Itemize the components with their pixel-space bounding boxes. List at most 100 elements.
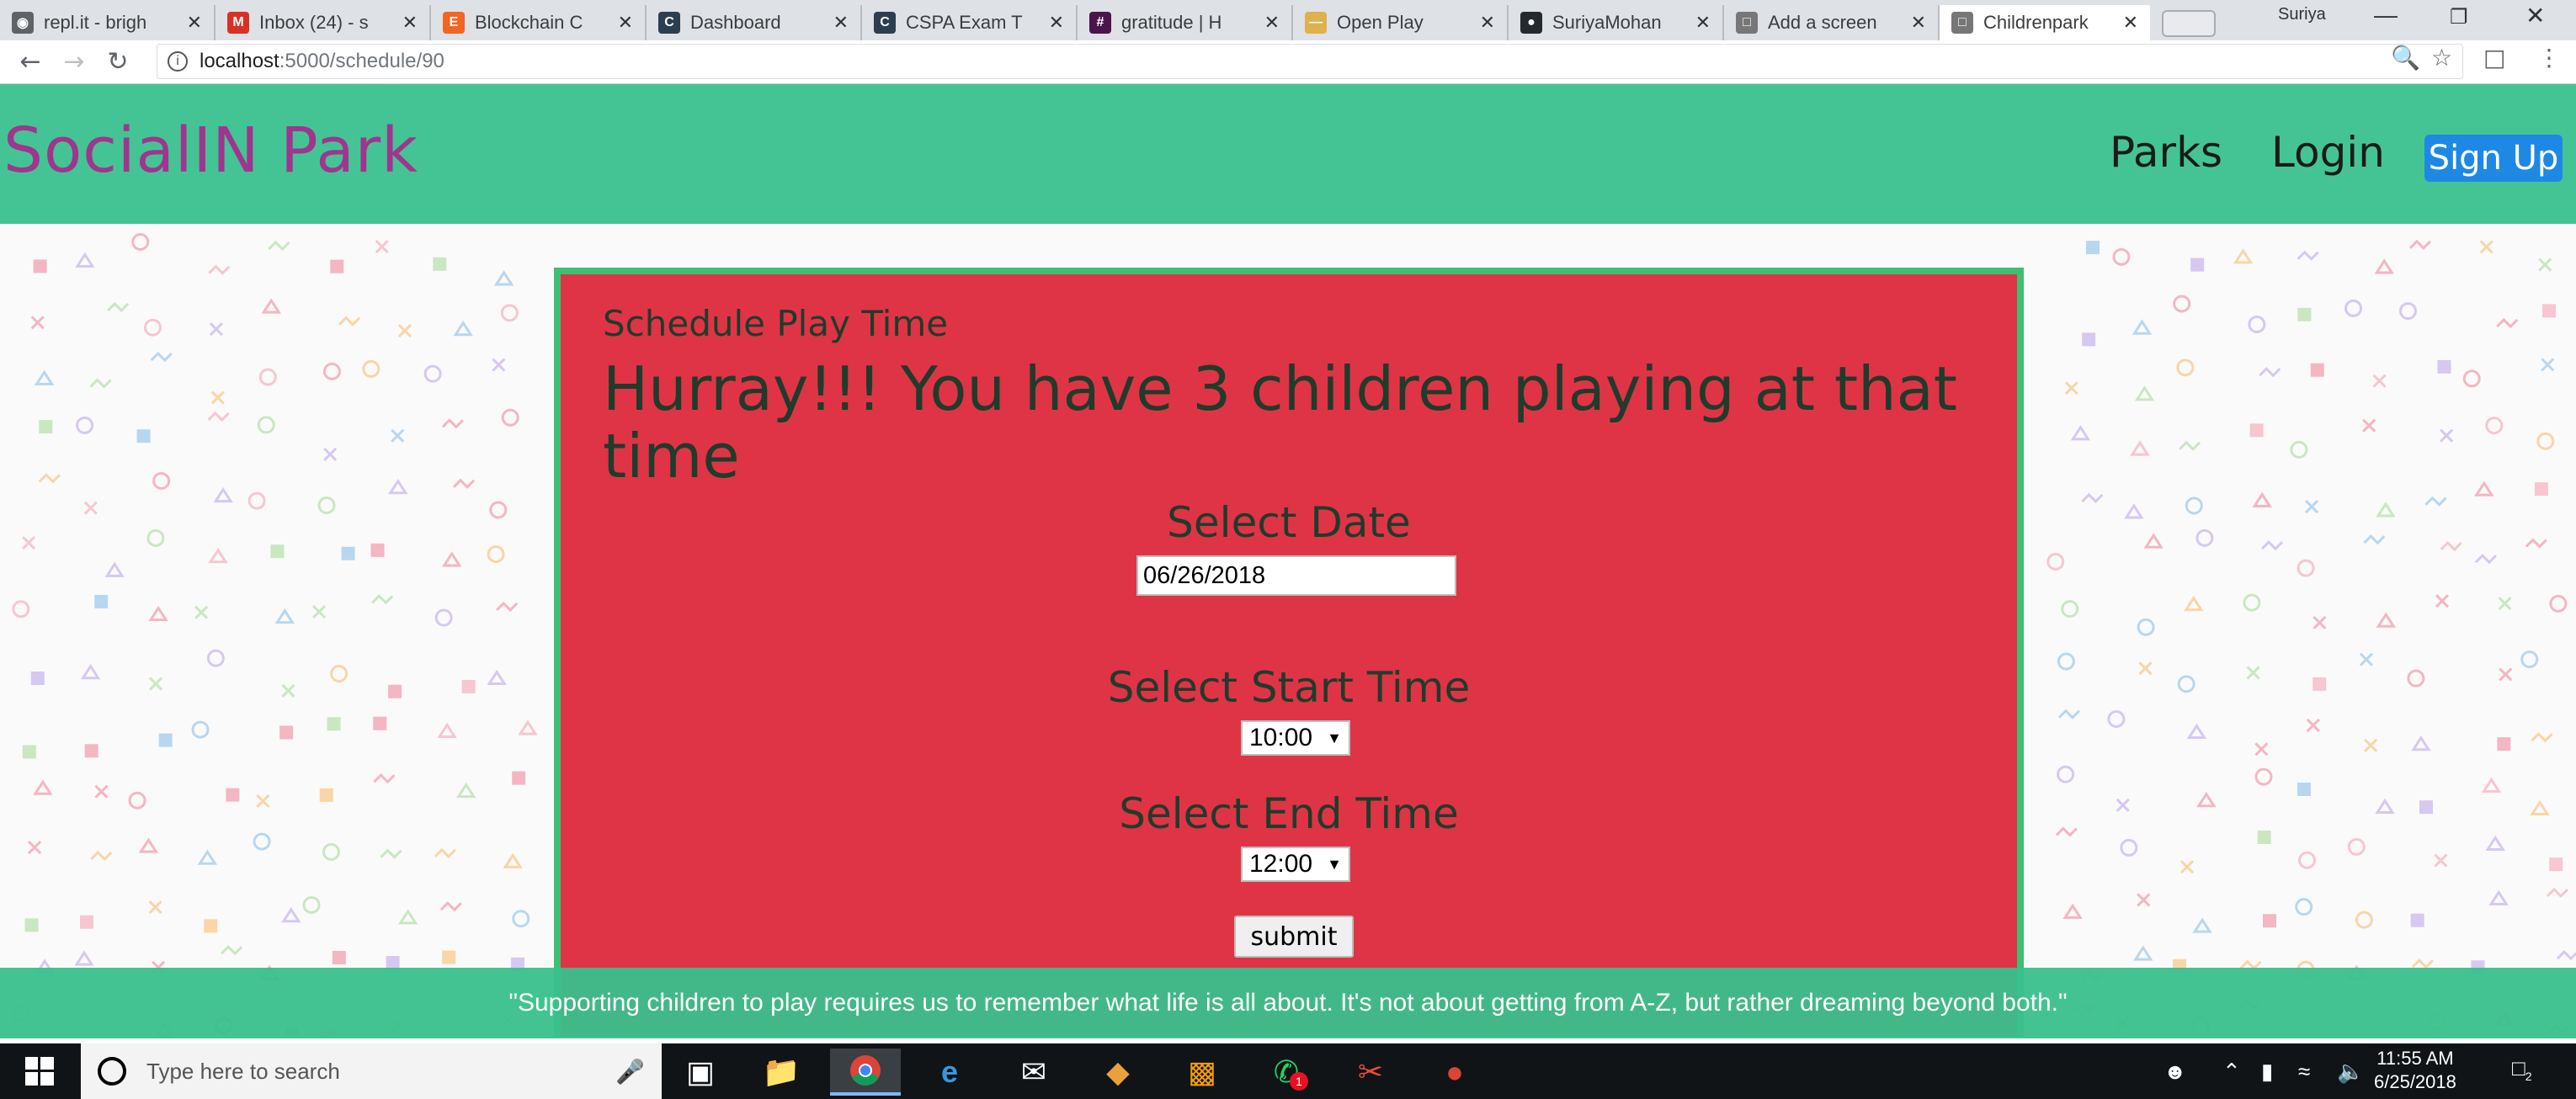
chrome-logo [850,1055,881,1086]
file-explorer-icon[interactable]: 📁 [746,1049,817,1096]
nav-parks-link[interactable]: Parks [2110,128,2222,177]
edge-icon[interactable]: e [914,1049,985,1096]
confetti-shape [33,259,47,273]
confetti-shape [2376,502,2396,518]
tray-chevron-icon[interactable]: ⌃ [2222,1059,2241,1085]
cast-icon[interactable]: □ [2483,44,2505,72]
confetti-shape [433,257,447,271]
confetti-shape [2304,499,2319,514]
confetti-shape [512,910,530,928]
confetti-shape [2173,295,2191,313]
gmail-icon: M [227,12,249,34]
browser-tab[interactable]: — Open Play ✕ [1293,5,1509,40]
battery-icon[interactable]: ▮ [2261,1059,2273,1085]
browser-tab-label: Dashboard [690,12,781,33]
confetti-shape [2297,250,2319,261]
confetti-shape [194,605,209,619]
microphone-icon[interactable]: 🎤 [615,1058,645,1086]
start-time-select[interactable]: 10:00 ▼ [1241,720,1350,756]
close-tab-icon[interactable]: ✕ [1264,12,1280,34]
browser-tab[interactable]: C Dashboard ✕ [647,5,862,40]
close-tab-icon[interactable]: ✕ [1695,12,1711,34]
browser-profile-name[interactable]: Suriya [2278,5,2326,24]
windows-start-icon[interactable] [25,1057,54,1086]
minimize-icon[interactable]: — [2374,2,2398,29]
confetti-shape [2375,798,2395,815]
confetti-shape [2243,593,2261,612]
confetti-shape [388,684,402,698]
bookmark-star-icon[interactable]: ☆ [2431,44,2452,72]
browser-tab[interactable]: □ Add a screen ✕ [1724,5,1940,40]
browser-tab-label: Open Play [1337,12,1424,33]
wifi-icon[interactable]: ≈ [2298,1059,2310,1085]
confetti-shape [2542,304,2557,318]
confetti-shape [2534,482,2548,496]
close-tab-icon[interactable]: ✕ [2123,12,2138,34]
site-info-icon[interactable]: i [168,51,188,72]
close-tab-icon[interactable]: ✕ [1049,12,1064,34]
menu-kebab-icon[interactable]: ⋮ [2537,44,2561,72]
sublime-icon[interactable]: ▩ [1167,1049,1237,1096]
close-tab-icon[interactable]: ✕ [402,12,418,34]
site-logo[interactable]: SocialIN Park [3,114,418,187]
whatsapp-icon[interactable]: ✆ 1 [1251,1049,1322,1096]
close-tab-icon[interactable]: ✕ [1480,12,1495,34]
confetti-shape [397,323,412,338]
reload-icon[interactable]: ↻ [96,47,140,77]
confetti-shape [281,683,295,698]
back-arrow-icon[interactable]: ← [8,47,52,77]
c-icon: C [658,12,680,34]
close-tab-icon[interactable]: ✕ [618,12,633,34]
git-icon[interactable]: ◆ [1083,1049,1153,1096]
task-view-icon[interactable]: ▣ [665,1049,736,1096]
nav-login-link[interactable]: Login [2271,128,2385,177]
people-icon[interactable]: ☻ [2164,1059,2186,1085]
new-tab-button[interactable] [2162,10,2216,37]
browser-tab[interactable]: □ Childrenpark ✕ [1940,5,2150,40]
confetti-shape [247,491,266,510]
mail-icon[interactable]: ✉ [998,1049,1069,1096]
confetti-shape [2133,945,2153,961]
browser-tab-label: Blockchain C [475,12,583,33]
confetti-shape [197,849,218,865]
browser-tab[interactable]: ◉ repl.it - brigh ✕ [0,5,216,40]
date-label: Select Date [1167,498,1411,547]
close-tab-icon[interactable]: ✕ [187,12,202,34]
restore-icon[interactable]: ❐ [2450,5,2468,29]
taskbar-clock[interactable]: 11:55 AM 6/25/2018 [2374,1047,2456,1094]
confetti-shape [332,950,346,964]
confetti-shape [2499,667,2513,682]
confetti-shape [204,919,218,933]
confetti-shape [2190,257,2205,272]
confetti-shape [503,852,523,868]
snip-tool-icon[interactable]: ✂ [1335,1049,1406,1096]
date-input[interactable]: 06/26/2018 [1136,555,1456,596]
taskbar-search-box[interactable]: Type here to search 🎤 [81,1043,662,1099]
confetti-shape [12,600,30,619]
signup-button[interactable]: Sign Up [2424,135,2563,182]
confetti-shape [362,359,381,378]
browser-tab[interactable]: M Inbox (24) - s ✕ [216,5,431,40]
notification-center-icon[interactable]: □2 [2512,1055,2532,1083]
browser-tab[interactable]: E Blockchain C ✕ [431,5,647,40]
confetti-shape [150,351,173,363]
browser-tab[interactable]: # gratitude | H ✕ [1078,5,1293,40]
chrome-canary-icon[interactable]: ● [1419,1049,1490,1096]
chrome-icon[interactable] [830,1049,901,1096]
forward-arrow-icon[interactable]: → [52,47,96,77]
confetti-shape [322,842,340,861]
address-bar[interactable]: i localhost:5000/schedule/90 [157,44,2463,79]
confetti-shape [2344,299,2363,317]
confetti-shape [2440,428,2454,443]
browser-tab[interactable]: C CSPA Exam T ✕ [862,5,1078,40]
end-time-select[interactable]: 12:00 ▼ [1241,847,1350,882]
browser-tab[interactable]: ● SuriyaMohan ✕ [1509,5,1724,40]
zoom-icon[interactable]: 🔍 [2391,44,2420,72]
submit-button[interactable]: submit [1234,916,1354,958]
volume-icon[interactable]: 🔈 [2337,1059,2364,1085]
close-window-icon[interactable]: ✕ [2525,2,2545,29]
confetti-shape [461,679,476,693]
close-tab-icon[interactable]: ✕ [1911,12,1926,34]
close-tab-icon[interactable]: ✕ [833,12,849,34]
confetti-shape [2549,857,2563,872]
